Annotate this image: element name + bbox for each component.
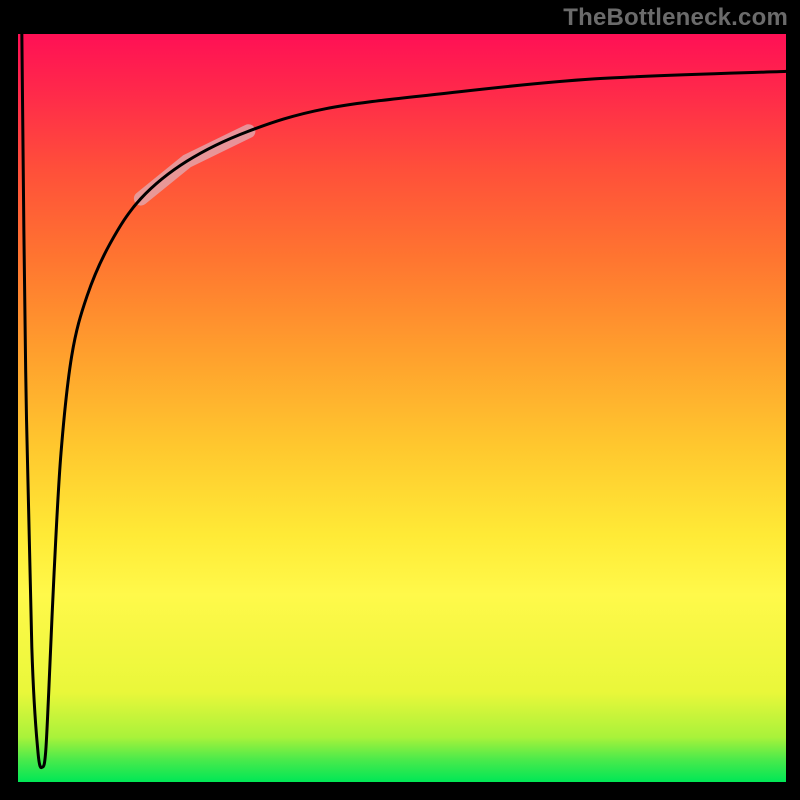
plot-area [18, 34, 786, 782]
attribution-text: TheBottleneck.com [563, 4, 788, 32]
bottleneck-curve [22, 34, 786, 768]
curve-highlight [141, 131, 249, 198]
curve-svg [18, 34, 786, 782]
chart-frame: TheBottleneck.com [0, 0, 800, 800]
